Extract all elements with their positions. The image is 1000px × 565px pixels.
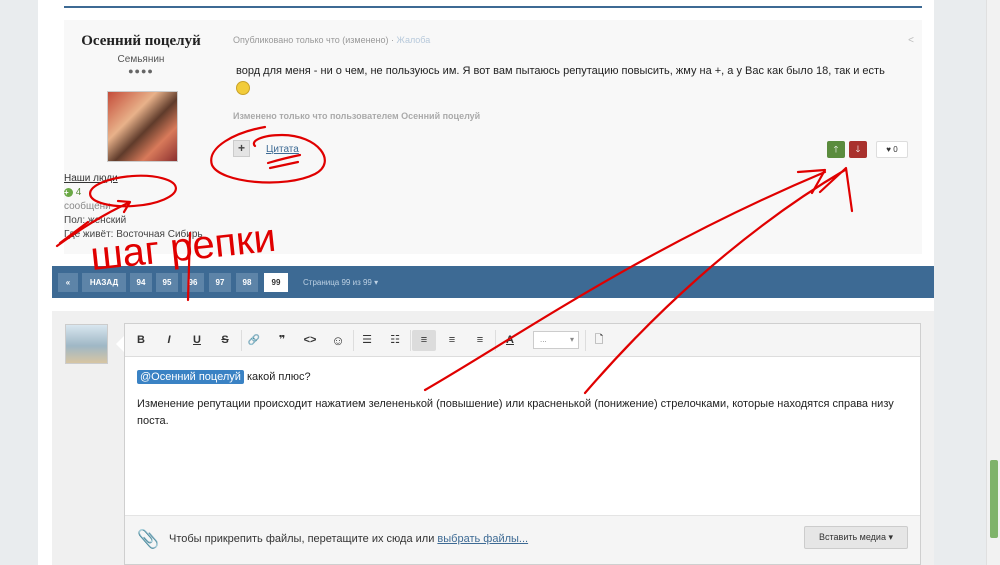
- editor-line-1-text: какой плюс?: [243, 371, 311, 383]
- numbered-list-icon[interactable]: ☷: [383, 330, 407, 351]
- author-name[interactable]: Осенний поцелуй: [64, 33, 218, 50]
- italic-button[interactable]: I: [157, 330, 181, 351]
- attachment-bar[interactable]: 📎 Чтобы прикрепить файлы, перетащите их …: [125, 515, 920, 564]
- align-left-icon[interactable]: ≡: [412, 330, 436, 351]
- attachment-hint: Чтобы прикрепить файлы, перетащите их сю…: [169, 533, 528, 545]
- current-user-avatar: [65, 324, 108, 364]
- editor-line-2: Изменение репутации происходит нажатием …: [137, 398, 894, 427]
- reply-editor[interactable]: B I U S 🔗 ❞ <> ☺ ☰ ☷ ≡ ≡ ≡ A ... ▾ 🗋 @Ос…: [124, 323, 921, 565]
- author-reputation-badge: + 4: [64, 187, 218, 198]
- toolbar-divider: [585, 330, 586, 351]
- pagination-bar: « НАЗАД 94 95 96 97 98 99 Страница 99 из…: [52, 266, 934, 298]
- post-body: ворд для меня - ни о чем, не пользуюсь и…: [236, 63, 906, 96]
- bold-button[interactable]: B: [129, 330, 153, 351]
- underline-button[interactable]: U: [185, 330, 209, 351]
- pagination-page[interactable]: 95: [156, 273, 178, 292]
- pagination-page[interactable]: 94: [130, 273, 152, 292]
- post-body-text: ворд для меня - ни о чем, не пользуюсь и…: [236, 65, 885, 77]
- forum-post: Осенний поцелуй Семьянин ●●●● Наши люди …: [64, 20, 922, 254]
- pagination-info[interactable]: Страница 99 из 99 ▾: [303, 278, 378, 287]
- author-rank: Семьянин: [117, 54, 165, 65]
- attachment-hint-text: Чтобы прикрепить файлы, перетащите их сю…: [169, 533, 438, 545]
- meta-separator: ·: [388, 35, 397, 45]
- strikethrough-button[interactable]: S: [213, 330, 237, 351]
- author-location: Где живёт: Восточная Сибирь: [64, 229, 203, 240]
- edited-note: Изменено только что пользователем Осенни…: [233, 111, 481, 121]
- post-meta: Опубликовано только что (изменено) · Жал…: [233, 35, 430, 45]
- editor-line-1: @Осенний поцелуй какой плюс?: [137, 369, 912, 386]
- smiley-icon: [236, 81, 250, 96]
- mention-tag[interactable]: @Осенний поцелуй: [137, 370, 244, 384]
- chevron-down-icon: ▾: [569, 335, 574, 344]
- paperclip-icon: 📎: [137, 529, 160, 549]
- multiquote-button[interactable]: +: [233, 140, 250, 157]
- pagination-page[interactable]: 96: [182, 273, 204, 292]
- choose-files-link[interactable]: выбрать файлы...: [437, 533, 528, 545]
- emoji-icon[interactable]: ☺: [326, 330, 350, 351]
- author-gender: Пол: женский: [64, 215, 127, 226]
- align-center-icon[interactable]: ≡: [440, 330, 464, 351]
- preview-icon[interactable]: 🗋: [587, 330, 611, 351]
- like-button[interactable]: ♥ 0: [876, 141, 908, 158]
- author-group: Наши люди: [64, 173, 118, 184]
- report-link[interactable]: Жалоба: [397, 35, 431, 45]
- page-scrollbar[interactable]: [986, 0, 1000, 565]
- font-size-value: ...: [540, 335, 547, 344]
- pagination-current-page[interactable]: 99: [264, 273, 288, 292]
- bullet-list-icon[interactable]: ☰: [355, 330, 379, 351]
- pagination-back-button[interactable]: НАЗАД: [82, 273, 126, 292]
- align-right-icon[interactable]: ≡: [468, 330, 492, 351]
- editor-text-area[interactable]: @Осенний поцелуй какой плюс? Изменение р…: [137, 369, 912, 430]
- author-avatar[interactable]: [107, 91, 178, 162]
- quote-icon[interactable]: ❞: [270, 330, 294, 351]
- quote-button[interactable]: Цитата: [266, 144, 299, 155]
- font-size-select[interactable]: ... ▾: [533, 331, 579, 349]
- pagination-first-button[interactable]: «: [58, 273, 78, 292]
- editor-toolbar: B I U S 🔗 ❞ <> ☺ ☰ ☷ ≡ ≡ ≡ A ... ▾ 🗋: [125, 324, 920, 357]
- link-icon[interactable]: 🔗: [242, 330, 266, 351]
- reputation-value: 4: [75, 187, 82, 198]
- share-icon[interactable]: <: [908, 35, 914, 46]
- pagination-page[interactable]: 98: [236, 273, 258, 292]
- reputation-down-button[interactable]: 🡓: [849, 141, 867, 158]
- scrollbar-thumb[interactable]: [990, 460, 998, 538]
- pagination-page[interactable]: 97: [209, 273, 231, 292]
- code-icon[interactable]: <>: [298, 330, 322, 351]
- header-divider: [64, 6, 922, 8]
- text-color-icon[interactable]: A: [498, 330, 522, 351]
- author-rank-pips: ●●●●: [128, 66, 154, 76]
- reputation-plus-icon: +: [64, 188, 73, 197]
- toolbar-divider: [410, 330, 411, 351]
- post-date[interactable]: Опубликовано только что (изменено): [233, 35, 389, 45]
- toolbar-divider: [353, 330, 354, 351]
- toolbar-divider: [495, 330, 496, 351]
- reputation-up-button[interactable]: 🡑: [827, 141, 845, 158]
- author-post-count: сообщени: [64, 201, 111, 212]
- insert-media-button[interactable]: Вставить медиа ▾: [804, 526, 908, 549]
- editor-pointer: [116, 336, 124, 352]
